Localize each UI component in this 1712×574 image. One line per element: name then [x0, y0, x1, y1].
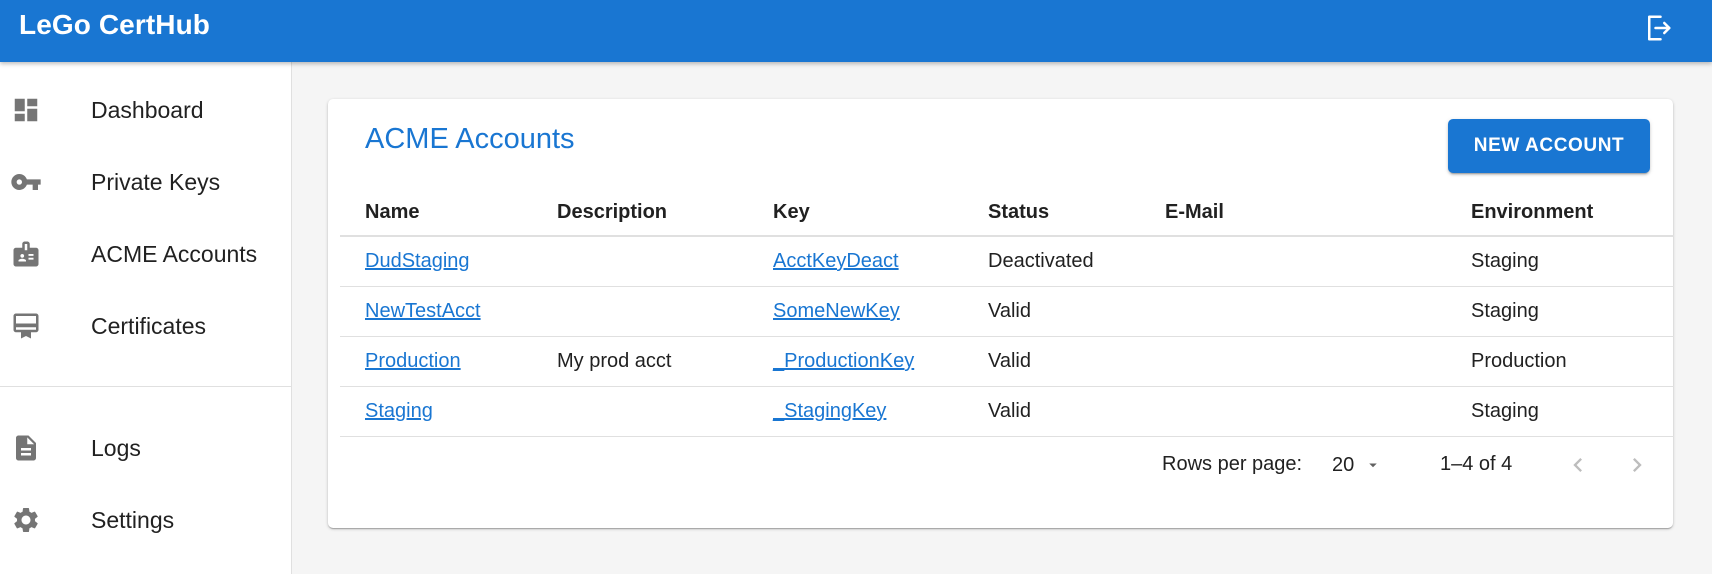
account-key-link[interactable]: _ProductionKey — [773, 350, 914, 373]
account-name-link[interactable]: Staging — [365, 400, 433, 423]
rows-per-page-label: Rows per page: — [1162, 453, 1303, 475]
account-name-link[interactable]: NewTestAcct — [365, 300, 481, 323]
account-environment: Production — [1471, 350, 1567, 372]
account-box-icon — [10, 238, 42, 270]
sidebar-item-acme-accounts[interactable]: ACME Accounts — [0, 224, 291, 284]
table-row[interactable]: DudStaging AcctKeyDeact Deactivated Stag… — [340, 237, 1674, 287]
account-key-link[interactable]: SomeNewKey — [773, 300, 900, 323]
sidebar-item-label: Dashboard — [91, 96, 204, 123]
account-key-link[interactable]: _StagingKey — [773, 400, 886, 423]
column-header-key[interactable]: Key — [773, 189, 810, 235]
sidebar-item-label: Certificates — [91, 312, 207, 339]
sidebar-item-settings[interactable]: Settings — [0, 490, 291, 550]
rows-per-page-select[interactable]: 20 — [1332, 447, 1392, 483]
column-header-environment[interactable]: Environment — [1471, 189, 1593, 235]
accounts-table: Name Description Key Status E-Mail Envir… — [340, 189, 1674, 437]
logout-icon — [1648, 15, 1671, 41]
app-bar: LeGo CertHub — [0, 0, 1712, 62]
column-header-description[interactable]: Description — [557, 189, 667, 235]
table-row[interactable]: Production My prod acct _ProductionKey V… — [340, 337, 1674, 387]
previous-page-button[interactable] — [1560, 447, 1596, 483]
new-account-button[interactable]: NEW ACCOUNT — [1448, 119, 1650, 173]
sidebar-item-private-keys[interactable]: Private Keys — [0, 152, 291, 212]
acme-accounts-card: ACME Accounts NEW ACCOUNT Name Descripti… — [328, 99, 1674, 528]
account-status: Valid — [988, 400, 1031, 422]
table-pagination: Rows per page: 20 1–4 of 4 — [328, 435, 1673, 495]
column-header-status[interactable]: Status — [988, 189, 1049, 235]
sidebar-item-logs[interactable]: Logs — [0, 418, 291, 478]
dashboard-icon — [10, 94, 42, 126]
sidebar-item-label: Logs — [91, 434, 141, 461]
chevron-left-icon — [1573, 458, 1582, 472]
account-status: Valid — [988, 300, 1031, 322]
sidebar-item-certificates[interactable]: Certificates — [0, 296, 291, 356]
sidebar-item-label: ACME Accounts — [91, 240, 258, 267]
column-header-email[interactable]: E-Mail — [1165, 189, 1224, 235]
table-header-row: Name Description Key Status E-Mail Envir… — [340, 189, 1674, 237]
account-description: My prod acct — [557, 350, 672, 372]
account-key-link[interactable]: AcctKeyDeact — [773, 250, 899, 273]
account-environment: Staging — [1471, 400, 1539, 422]
rows-per-page-value: 20 — [1332, 453, 1355, 476]
account-name-link[interactable]: DudStaging — [365, 250, 470, 273]
sidebar-item-dashboard[interactable]: Dashboard — [0, 80, 291, 140]
table-row[interactable]: Staging _StagingKey Valid Staging — [340, 387, 1674, 437]
sidebar-divider — [0, 386, 291, 387]
column-header-name[interactable]: Name — [365, 189, 419, 235]
key-icon — [10, 166, 42, 198]
chevron-right-icon — [1633, 458, 1642, 472]
sidebar-item-label: Private Keys — [91, 168, 221, 195]
app-title: LeGo CertHub — [19, 9, 210, 40]
logout-button[interactable] — [1640, 10, 1676, 46]
sidebar: Dashboard Private Keys ACME Accounts Cer… — [0, 62, 292, 574]
account-status: Valid — [988, 350, 1031, 372]
previous-page-button[interactable] — [1430, 447, 1466, 483]
gear-icon — [10, 504, 42, 536]
caret-down-icon — [1369, 463, 1377, 468]
account-status: Deactivated — [988, 250, 1094, 272]
sidebar-item-label: Settings — [91, 506, 175, 533]
account-name-link[interactable]: Production — [365, 350, 461, 373]
certificate-icon — [10, 310, 42, 342]
next-page-button[interactable] — [1619, 447, 1655, 483]
page-title: ACME Accounts — [365, 123, 575, 155]
account-environment: Staging — [1471, 300, 1539, 322]
table-row[interactable]: NewTestAcct SomeNewKey Valid Staging — [340, 287, 1674, 337]
account-environment: Staging — [1471, 250, 1539, 272]
document-icon — [10, 432, 42, 464]
